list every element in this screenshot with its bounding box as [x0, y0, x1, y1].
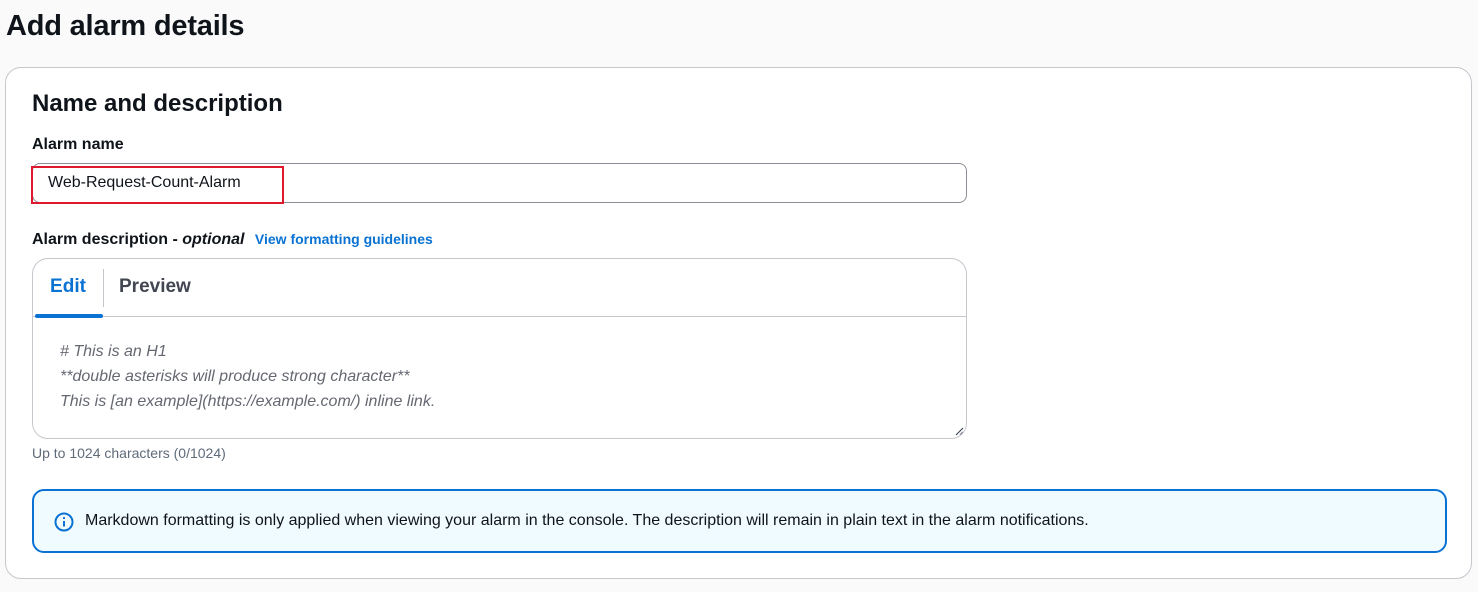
info-icon [54, 512, 74, 532]
info-alert: Markdown formatting is only applied when… [32, 489, 1447, 553]
section-title: Name and description [32, 90, 283, 117]
placeholder-line: This is [an example](https://example.com… [60, 393, 436, 410]
tab-divider [103, 269, 104, 307]
page-title: Add alarm details [6, 10, 245, 42]
alarm-name-label: Alarm name [32, 136, 124, 153]
alarm-description-textarea[interactable]: # This is an H1 **double asterisks will … [60, 339, 435, 414]
view-formatting-guidelines-link[interactable]: View formatting guidelines [255, 231, 433, 247]
resize-handle-icon[interactable] [954, 426, 964, 436]
placeholder-line: **double asterisks will produce strong c… [60, 368, 410, 385]
alarm-description-editor: Edit Preview # This is an H1 **double as… [32, 258, 967, 439]
alarm-name-value: Web-Request-Count-Alarm [48, 174, 241, 191]
alarm-name-input[interactable]: Web-Request-Count-Alarm [32, 163, 967, 203]
optional-label: optional [182, 231, 245, 248]
placeholder-line: # This is an H1 [60, 343, 167, 360]
tab-edit[interactable]: Edit [33, 259, 103, 318]
label-separator: - [168, 231, 183, 248]
alarm-description-label: Alarm description - optional View format… [32, 231, 433, 249]
info-alert-text: Markdown formatting is only applied when… [85, 512, 1089, 529]
alarm-description-label-text: Alarm description [32, 231, 169, 248]
character-constraint: Up to 1024 characters (0/1024) [32, 445, 226, 461]
editor-tabs: Edit Preview [33, 259, 966, 318]
tab-preview[interactable]: Preview [119, 259, 191, 317]
name-and-description-panel: Name and description Alarm name Web-Requ… [5, 67, 1472, 579]
